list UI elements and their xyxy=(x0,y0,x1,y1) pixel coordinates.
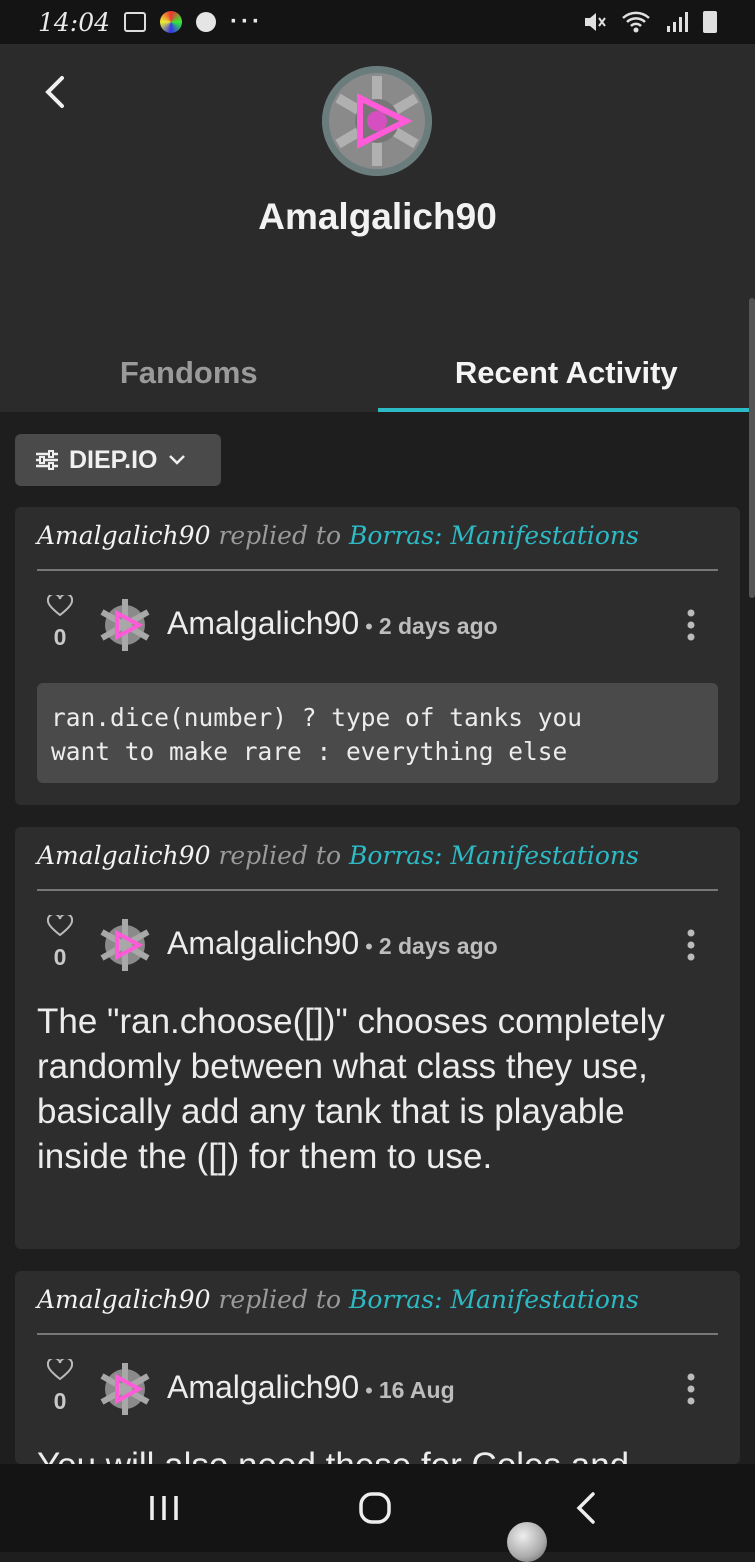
context-verb: replied to xyxy=(218,521,341,550)
status-left: 14:04 ··· xyxy=(38,8,263,37)
scrollbar[interactable] xyxy=(749,298,755,598)
author-name[interactable]: Amalgalich90 xyxy=(167,605,359,642)
back-button[interactable] xyxy=(36,72,76,112)
like-button[interactable]: 0 xyxy=(45,915,75,971)
post-time: 2 days ago xyxy=(379,613,498,640)
system-nav-bar xyxy=(0,1464,755,1552)
context-target-link[interactable]: Borras: Manifestations xyxy=(349,841,639,870)
k-app-icon xyxy=(196,12,216,32)
context-target-link[interactable]: Borras: Manifestations xyxy=(349,521,639,550)
card-divider xyxy=(37,1333,718,1335)
signal-icon xyxy=(665,10,689,34)
author-avatar[interactable] xyxy=(97,1361,153,1417)
post-time: 2 days ago xyxy=(379,933,498,960)
author-line: Amalgalich90 • 16 Aug xyxy=(167,1369,455,1406)
tab-recent-activity[interactable]: Recent Activity xyxy=(378,334,755,412)
context-user-link[interactable]: Amalgalich90 xyxy=(37,841,210,870)
author-avatar[interactable] xyxy=(97,917,153,973)
more-options-icon[interactable] xyxy=(683,1371,699,1407)
battery-icon xyxy=(703,11,717,33)
separator-dot: • xyxy=(365,934,373,960)
assistive-touch-bubble[interactable] xyxy=(507,1522,547,1562)
tab-selected-indicator xyxy=(378,408,755,412)
back-nav-icon[interactable] xyxy=(563,1484,611,1532)
author-name[interactable]: Amalgalich90 xyxy=(167,1369,359,1406)
context-verb: replied to xyxy=(218,841,341,870)
separator-dot: • xyxy=(365,1378,373,1404)
comment-text: The "ran.choose([])" chooses completely … xyxy=(37,999,718,1179)
context-user-link[interactable]: Amalgalich90 xyxy=(37,521,210,550)
author-line: Amalgalich90 • 2 days ago xyxy=(167,605,498,642)
more-options-icon[interactable] xyxy=(683,607,699,643)
recent-apps-icon[interactable] xyxy=(140,1484,188,1532)
more-options-icon[interactable] xyxy=(683,927,699,963)
more-notifications-icon: ··· xyxy=(230,8,263,36)
activity-card[interactable]: Amalgalich90 replied to Borras: Manifest… xyxy=(15,827,740,1249)
author-name[interactable]: Amalgalich90 xyxy=(167,925,359,962)
heart-icon xyxy=(47,595,73,617)
filter-label: DIEP.IO xyxy=(69,446,157,475)
filter-sliders-icon xyxy=(35,449,59,471)
like-button[interactable]: 0 xyxy=(45,595,75,651)
separator-dot: • xyxy=(365,614,373,640)
heart-icon xyxy=(47,1359,73,1381)
activity-card[interactable]: Amalgalich90 replied to Borras: Manifest… xyxy=(15,507,740,805)
card-divider xyxy=(37,569,718,571)
like-button[interactable]: 0 xyxy=(45,1359,75,1415)
author-line: Amalgalich90 • 2 days ago xyxy=(167,925,498,962)
image-icon xyxy=(124,12,146,32)
mute-icon xyxy=(581,10,607,34)
activity-context: Amalgalich90 replied to Borras: Manifest… xyxy=(37,1285,639,1314)
author-avatar[interactable] xyxy=(97,597,153,653)
like-count: 0 xyxy=(45,944,75,971)
profile-header: Amalgalich90 Fandoms Recent Activity xyxy=(0,44,755,412)
context-user-link[interactable]: Amalgalich90 xyxy=(37,1285,210,1314)
like-count: 0 xyxy=(45,624,75,651)
comment-text: You will also need these for Coles and xyxy=(37,1443,718,1464)
chevron-down-icon xyxy=(167,453,187,467)
context-target-link[interactable]: Borras: Manifestations xyxy=(349,1285,639,1314)
activity-context: Amalgalich90 replied to Borras: Manifest… xyxy=(37,521,639,550)
tab-fandoms[interactable]: Fandoms xyxy=(0,334,378,412)
activity-card[interactable]: Amalgalich90 replied to Borras: Manifest… xyxy=(15,1271,740,1464)
context-verb: replied to xyxy=(218,1285,341,1314)
home-icon[interactable] xyxy=(351,1484,399,1532)
wifi-icon xyxy=(621,10,651,34)
colorful-app-icon xyxy=(160,11,182,33)
code-snippet: ran.dice(number) ? type of tanks you wan… xyxy=(37,683,718,783)
like-count: 0 xyxy=(45,1388,75,1415)
heart-icon xyxy=(47,915,73,937)
status-bar: 14:04 ··· xyxy=(0,0,755,44)
tab-recent-activity-label: Recent Activity xyxy=(455,355,678,391)
activity-context: Amalgalich90 replied to Borras: Manifest… xyxy=(37,841,639,870)
profile-username: Amalgalich90 xyxy=(0,196,755,238)
post-time: 16 Aug xyxy=(379,1377,455,1404)
profile-tabs: Fandoms Recent Activity xyxy=(0,334,755,412)
status-right xyxy=(581,10,717,34)
profile-avatar[interactable] xyxy=(322,66,432,176)
status-time: 14:04 xyxy=(38,8,110,37)
fandom-filter-dropdown[interactable]: DIEP.IO xyxy=(15,434,221,486)
card-divider xyxy=(37,889,718,891)
